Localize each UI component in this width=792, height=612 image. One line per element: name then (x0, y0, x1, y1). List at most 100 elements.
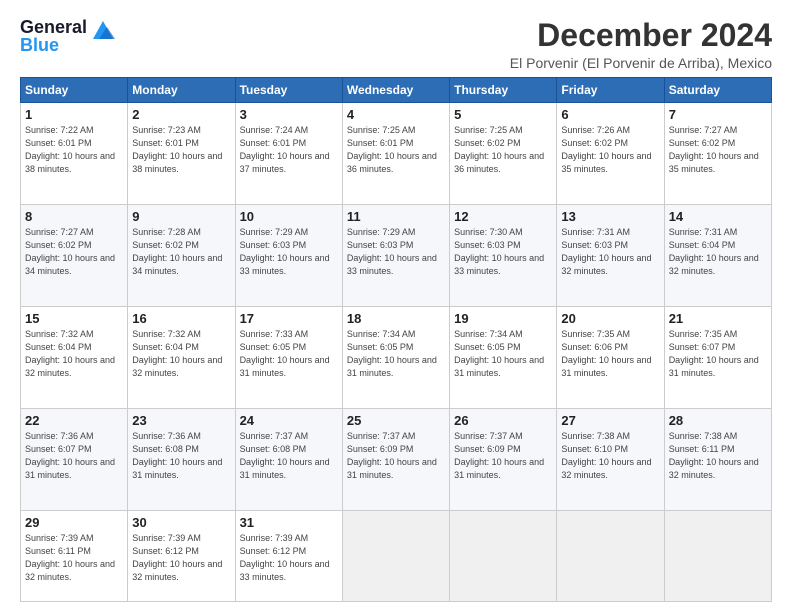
day-number: 22 (25, 413, 123, 428)
day-sun-info: Sunrise: 7:25 AMSunset: 6:01 PMDaylight:… (347, 125, 437, 174)
calendar-day-cell: 12 Sunrise: 7:30 AMSunset: 6:03 PMDaylig… (450, 205, 557, 307)
day-sun-info: Sunrise: 7:34 AMSunset: 6:05 PMDaylight:… (454, 329, 544, 378)
calendar-day-cell: 20 Sunrise: 7:35 AMSunset: 6:06 PMDaylig… (557, 307, 664, 409)
calendar-day-cell: 9 Sunrise: 7:28 AMSunset: 6:02 PMDayligh… (128, 205, 235, 307)
calendar-day-cell: 13 Sunrise: 7:31 AMSunset: 6:03 PMDaylig… (557, 205, 664, 307)
calendar-day-cell: 4 Sunrise: 7:25 AMSunset: 6:01 PMDayligh… (342, 103, 449, 205)
day-number: 9 (132, 209, 230, 224)
calendar-day-cell: 2 Sunrise: 7:23 AMSunset: 6:01 PMDayligh… (128, 103, 235, 205)
calendar-day-cell: 29 Sunrise: 7:39 AMSunset: 6:11 PMDaylig… (21, 511, 128, 602)
calendar-day-cell (342, 511, 449, 602)
day-number: 30 (132, 515, 230, 530)
logo-text: GeneralBlue (20, 18, 87, 54)
calendar-day-cell: 28 Sunrise: 7:38 AMSunset: 6:11 PMDaylig… (664, 409, 771, 511)
day-number: 2 (132, 107, 230, 122)
day-of-week-header: Wednesday (342, 78, 449, 103)
day-sun-info: Sunrise: 7:27 AMSunset: 6:02 PMDaylight:… (669, 125, 759, 174)
header: GeneralBlue December 2024 El Porvenir (E… (20, 18, 772, 71)
day-of-week-header: Friday (557, 78, 664, 103)
calendar-day-cell: 1 Sunrise: 7:22 AMSunset: 6:01 PMDayligh… (21, 103, 128, 205)
day-number: 12 (454, 209, 552, 224)
calendar-day-cell: 17 Sunrise: 7:33 AMSunset: 6:05 PMDaylig… (235, 307, 342, 409)
day-sun-info: Sunrise: 7:32 AMSunset: 6:04 PMDaylight:… (25, 329, 115, 378)
day-number: 27 (561, 413, 659, 428)
title-block: December 2024 El Porvenir (El Porvenir d… (510, 18, 772, 71)
day-sun-info: Sunrise: 7:29 AMSunset: 6:03 PMDaylight:… (347, 227, 437, 276)
day-sun-info: Sunrise: 7:22 AMSunset: 6:01 PMDaylight:… (25, 125, 115, 174)
day-number: 21 (669, 311, 767, 326)
calendar-week-row: 8 Sunrise: 7:27 AMSunset: 6:02 PMDayligh… (21, 205, 772, 307)
calendar-day-cell: 8 Sunrise: 7:27 AMSunset: 6:02 PMDayligh… (21, 205, 128, 307)
sub-title: El Porvenir (El Porvenir de Arriba), Mex… (510, 55, 772, 71)
day-sun-info: Sunrise: 7:39 AMSunset: 6:11 PMDaylight:… (25, 533, 115, 582)
day-number: 7 (669, 107, 767, 122)
day-sun-info: Sunrise: 7:24 AMSunset: 6:01 PMDaylight:… (240, 125, 330, 174)
day-sun-info: Sunrise: 7:37 AMSunset: 6:08 PMDaylight:… (240, 431, 330, 480)
day-sun-info: Sunrise: 7:34 AMSunset: 6:05 PMDaylight:… (347, 329, 437, 378)
day-sun-info: Sunrise: 7:37 AMSunset: 6:09 PMDaylight:… (454, 431, 544, 480)
calendar-day-cell: 31 Sunrise: 7:39 AMSunset: 6:12 PMDaylig… (235, 511, 342, 602)
day-number: 14 (669, 209, 767, 224)
logo-blue: Blue (20, 35, 59, 55)
day-sun-info: Sunrise: 7:23 AMSunset: 6:01 PMDaylight:… (132, 125, 222, 174)
calendar-day-cell: 3 Sunrise: 7:24 AMSunset: 6:01 PMDayligh… (235, 103, 342, 205)
calendar-week-row: 15 Sunrise: 7:32 AMSunset: 6:04 PMDaylig… (21, 307, 772, 409)
calendar-day-cell (664, 511, 771, 602)
day-sun-info: Sunrise: 7:39 AMSunset: 6:12 PMDaylight:… (132, 533, 222, 582)
day-of-week-header: Monday (128, 78, 235, 103)
calendar-day-cell: 23 Sunrise: 7:36 AMSunset: 6:08 PMDaylig… (128, 409, 235, 511)
day-number: 18 (347, 311, 445, 326)
calendar-header-row: SundayMondayTuesdayWednesdayThursdayFrid… (21, 78, 772, 103)
day-number: 3 (240, 107, 338, 122)
calendar-day-cell (450, 511, 557, 602)
day-sun-info: Sunrise: 7:36 AMSunset: 6:07 PMDaylight:… (25, 431, 115, 480)
day-sun-info: Sunrise: 7:33 AMSunset: 6:05 PMDaylight:… (240, 329, 330, 378)
day-sun-info: Sunrise: 7:35 AMSunset: 6:06 PMDaylight:… (561, 329, 651, 378)
calendar-table: SundayMondayTuesdayWednesdayThursdayFrid… (20, 77, 772, 602)
day-number: 20 (561, 311, 659, 326)
day-number: 8 (25, 209, 123, 224)
main-title: December 2024 (510, 18, 772, 53)
page: GeneralBlue December 2024 El Porvenir (E… (0, 0, 792, 612)
day-sun-info: Sunrise: 7:36 AMSunset: 6:08 PMDaylight:… (132, 431, 222, 480)
calendar-day-cell: 24 Sunrise: 7:37 AMSunset: 6:08 PMDaylig… (235, 409, 342, 511)
day-number: 4 (347, 107, 445, 122)
day-number: 19 (454, 311, 552, 326)
day-of-week-header: Thursday (450, 78, 557, 103)
day-sun-info: Sunrise: 7:29 AMSunset: 6:03 PMDaylight:… (240, 227, 330, 276)
day-number: 11 (347, 209, 445, 224)
day-sun-info: Sunrise: 7:31 AMSunset: 6:03 PMDaylight:… (561, 227, 651, 276)
day-sun-info: Sunrise: 7:35 AMSunset: 6:07 PMDaylight:… (669, 329, 759, 378)
day-number: 15 (25, 311, 123, 326)
calendar-day-cell: 7 Sunrise: 7:27 AMSunset: 6:02 PMDayligh… (664, 103, 771, 205)
day-sun-info: Sunrise: 7:32 AMSunset: 6:04 PMDaylight:… (132, 329, 222, 378)
calendar-day-cell: 11 Sunrise: 7:29 AMSunset: 6:03 PMDaylig… (342, 205, 449, 307)
day-number: 5 (454, 107, 552, 122)
calendar-day-cell: 19 Sunrise: 7:34 AMSunset: 6:05 PMDaylig… (450, 307, 557, 409)
day-sun-info: Sunrise: 7:26 AMSunset: 6:02 PMDaylight:… (561, 125, 651, 174)
calendar-week-row: 1 Sunrise: 7:22 AMSunset: 6:01 PMDayligh… (21, 103, 772, 205)
day-sun-info: Sunrise: 7:27 AMSunset: 6:02 PMDaylight:… (25, 227, 115, 276)
calendar-day-cell: 25 Sunrise: 7:37 AMSunset: 6:09 PMDaylig… (342, 409, 449, 511)
day-sun-info: Sunrise: 7:30 AMSunset: 6:03 PMDaylight:… (454, 227, 544, 276)
day-number: 17 (240, 311, 338, 326)
day-number: 31 (240, 515, 338, 530)
calendar-day-cell: 10 Sunrise: 7:29 AMSunset: 6:03 PMDaylig… (235, 205, 342, 307)
day-number: 29 (25, 515, 123, 530)
day-number: 23 (132, 413, 230, 428)
calendar-day-cell: 21 Sunrise: 7:35 AMSunset: 6:07 PMDaylig… (664, 307, 771, 409)
day-number: 25 (347, 413, 445, 428)
day-sun-info: Sunrise: 7:31 AMSunset: 6:04 PMDaylight:… (669, 227, 759, 276)
calendar-day-cell (557, 511, 664, 602)
day-sun-info: Sunrise: 7:38 AMSunset: 6:11 PMDaylight:… (669, 431, 759, 480)
calendar-day-cell: 27 Sunrise: 7:38 AMSunset: 6:10 PMDaylig… (557, 409, 664, 511)
calendar-day-cell: 15 Sunrise: 7:32 AMSunset: 6:04 PMDaylig… (21, 307, 128, 409)
day-of-week-header: Tuesday (235, 78, 342, 103)
day-number: 10 (240, 209, 338, 224)
day-of-week-header: Sunday (21, 78, 128, 103)
day-number: 1 (25, 107, 123, 122)
day-number: 24 (240, 413, 338, 428)
calendar-day-cell: 18 Sunrise: 7:34 AMSunset: 6:05 PMDaylig… (342, 307, 449, 409)
day-sun-info: Sunrise: 7:38 AMSunset: 6:10 PMDaylight:… (561, 431, 651, 480)
calendar-day-cell: 22 Sunrise: 7:36 AMSunset: 6:07 PMDaylig… (21, 409, 128, 511)
